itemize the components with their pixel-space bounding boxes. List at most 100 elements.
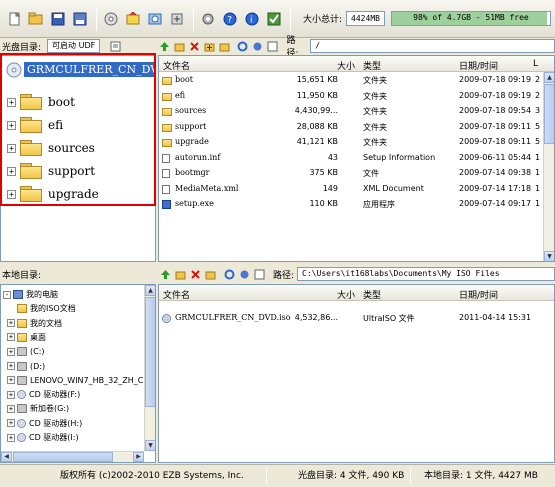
scroll-thumb[interactable] bbox=[145, 297, 155, 407]
iso-list-scrollbar[interactable]: ▲ ▼ bbox=[543, 72, 554, 261]
iso-path-input[interactable]: / bbox=[310, 39, 555, 53]
expand-icon[interactable]: + bbox=[7, 347, 15, 356]
local-tree-vscrollbar[interactable]: ▲ ▼ bbox=[144, 285, 155, 451]
settings-icon[interactable] bbox=[237, 267, 251, 281]
burn-icon[interactable] bbox=[123, 8, 143, 30]
view-icon[interactable] bbox=[252, 267, 266, 281]
local-tree-item[interactable]: - 我的电脑 bbox=[3, 289, 58, 300]
options-icon[interactable] bbox=[198, 8, 218, 30]
new-folder-icon[interactable] bbox=[173, 267, 187, 281]
up-arrow-icon[interactable] bbox=[158, 39, 172, 53]
file-l: 3 bbox=[535, 106, 541, 115]
iso-tree-item-efi[interactable]: + efi bbox=[7, 115, 63, 135]
iso-list-row[interactable]: sources 4,430,99... 文件夹 2009-07-18 09:54 3 bbox=[159, 106, 554, 117]
scroll-down-icon[interactable]: ▼ bbox=[544, 251, 554, 261]
scroll-thumb[interactable] bbox=[13, 452, 113, 462]
save-as-icon[interactable] bbox=[70, 8, 90, 30]
mount-icon[interactable] bbox=[145, 8, 165, 30]
local-tree-item[interactable]: + (D:) bbox=[7, 361, 45, 372]
file-l: 5 bbox=[535, 137, 541, 146]
expand-icon[interactable]: + bbox=[7, 433, 15, 442]
view-icon[interactable] bbox=[266, 39, 280, 53]
iso-tree-item-upgrade[interactable]: + upgrade bbox=[7, 184, 99, 204]
expand-icon[interactable]: + bbox=[7, 143, 16, 153]
expand-icon[interactable]: + bbox=[7, 419, 15, 428]
expand-icon[interactable]: + bbox=[7, 319, 15, 328]
local-tree-item[interactable]: + CD 驱动器(H:) bbox=[7, 418, 82, 429]
local-tree-item[interactable]: + 新加卷(G:) bbox=[7, 403, 69, 414]
refresh-icon[interactable] bbox=[222, 267, 236, 281]
column-header-l[interactable]: L bbox=[533, 59, 538, 69]
file-name: autorun.inf bbox=[175, 152, 221, 162]
open-icon[interactable] bbox=[26, 8, 46, 30]
boot-type-combo[interactable]: 可启动 UDF bbox=[47, 39, 101, 53]
iso-tree-item-sources[interactable]: + sources bbox=[7, 138, 95, 158]
iso-list-row[interactable]: MediaMeta.xml 149 XML Document 2009-07-14 1… bbox=[159, 184, 554, 195]
file-type: 文件夹 bbox=[363, 122, 387, 132]
local-tree-item[interactable]: + 桌面 bbox=[7, 332, 46, 343]
iso-list-row[interactable]: autorun.inf 43 Setup Information 2009-06-11… bbox=[159, 153, 554, 164]
local-path-input[interactable]: C:\Users\it168labs\Documents\My ISO File… bbox=[297, 267, 555, 281]
new-icon[interactable] bbox=[4, 8, 24, 30]
iso-list-row[interactable]: setup.exe 110 KB 应用程序 2009-07-14 09:17 1 bbox=[159, 199, 554, 210]
delete-icon[interactable] bbox=[188, 267, 202, 281]
iso-list-row[interactable]: support 28,088 KB 文件夹 2009-07-18 09:11 5 bbox=[159, 122, 554, 133]
register-icon[interactable] bbox=[264, 8, 284, 30]
expand-icon[interactable]: + bbox=[7, 189, 16, 199]
expand-icon[interactable]: + bbox=[7, 404, 15, 413]
up-arrow-icon[interactable] bbox=[158, 267, 172, 281]
column-header-type[interactable]: 类型 bbox=[363, 288, 381, 301]
expand-icon[interactable]: + bbox=[7, 166, 16, 176]
collapse-icon[interactable]: - bbox=[3, 290, 11, 299]
scroll-right-icon[interactable]: ▶ bbox=[133, 452, 144, 462]
local-tree-item[interactable]: 我的ISO文档 bbox=[7, 303, 76, 314]
iso-list-row[interactable]: bootmgr 375 KB 文件 2009-07-14 09:38 1 bbox=[159, 168, 554, 179]
column-header-size[interactable]: 大小 bbox=[337, 59, 355, 72]
column-header-date[interactable]: 日期/时间 bbox=[459, 288, 498, 301]
properties-icon[interactable] bbox=[108, 39, 122, 53]
local-tree-item[interactable]: + CD 驱动器(F:) bbox=[7, 389, 80, 400]
delete-icon[interactable] bbox=[188, 39, 202, 53]
local-tree-item-label: (C:) bbox=[30, 347, 45, 357]
iso-list-row[interactable]: upgrade 41,121 KB 文件夹 2009-07-18 09:11 5 bbox=[159, 137, 554, 148]
local-tree-item[interactable]: + CD 驱动器(I:) bbox=[7, 432, 79, 443]
column-header-name[interactable]: 文件名 bbox=[163, 288, 190, 301]
settings-icon[interactable] bbox=[251, 39, 265, 53]
compress-icon[interactable] bbox=[167, 8, 187, 30]
about-icon[interactable]: i bbox=[242, 8, 262, 30]
scroll-thumb[interactable] bbox=[544, 84, 554, 144]
expand-icon[interactable]: + bbox=[7, 376, 15, 385]
horizontal-splitter[interactable] bbox=[0, 262, 555, 265]
new-folder-icon[interactable] bbox=[173, 39, 187, 53]
extract-icon[interactable] bbox=[101, 8, 121, 30]
expand-icon[interactable]: + bbox=[7, 362, 15, 370]
add-files-icon[interactable] bbox=[202, 39, 216, 53]
help-icon[interactable]: ? bbox=[220, 8, 240, 30]
local-list-row[interactable]: GRMCULFRER_CN_DVD.iso 4,532,86... UltraISO… bbox=[159, 313, 554, 324]
scroll-up-icon[interactable]: ▲ bbox=[145, 285, 155, 296]
iso-root-node[interactable]: GRMCULFRER_CN_DVD bbox=[5, 62, 155, 77]
save-icon[interactable] bbox=[48, 8, 68, 30]
iso-tree-item-boot[interactable]: + boot bbox=[7, 92, 75, 112]
refresh-icon[interactable] bbox=[236, 39, 250, 53]
expand-icon[interactable]: + bbox=[7, 97, 16, 107]
iso-list-row[interactable]: boot 15,651 KB 文件夹 2009-07-18 09:19 2 bbox=[159, 75, 554, 86]
column-header-type[interactable]: 类型 bbox=[363, 59, 381, 72]
local-tree-hscrollbar[interactable]: ◀ ▶ bbox=[1, 451, 144, 462]
expand-icon[interactable]: + bbox=[7, 390, 15, 399]
local-tree-item[interactable]: + 我的文档 bbox=[7, 318, 62, 329]
local-tree-item[interactable]: + LENOVO_WIN7_HB_32_ZH_CN_RI bbox=[7, 375, 155, 386]
column-header-name[interactable]: 文件名 bbox=[163, 59, 190, 72]
column-header-size[interactable]: 大小 bbox=[337, 288, 355, 301]
rename-icon[interactable] bbox=[217, 39, 231, 53]
add-files-icon[interactable] bbox=[203, 267, 217, 281]
scroll-left-icon[interactable]: ◀ bbox=[1, 452, 12, 462]
local-tree-item[interactable]: + (C:) bbox=[7, 346, 45, 357]
iso-list-row[interactable]: efi 11,950 KB 文件夹 2009-07-18 09:19 2 bbox=[159, 91, 554, 102]
expand-icon[interactable]: + bbox=[7, 333, 15, 342]
expand-icon[interactable]: + bbox=[7, 120, 16, 130]
scroll-up-icon[interactable]: ▲ bbox=[544, 72, 554, 83]
column-header-date[interactable]: 日期/时间 bbox=[459, 59, 498, 72]
scroll-down-icon[interactable]: ▼ bbox=[145, 440, 155, 451]
iso-tree-item-support[interactable]: + support bbox=[7, 161, 95, 181]
